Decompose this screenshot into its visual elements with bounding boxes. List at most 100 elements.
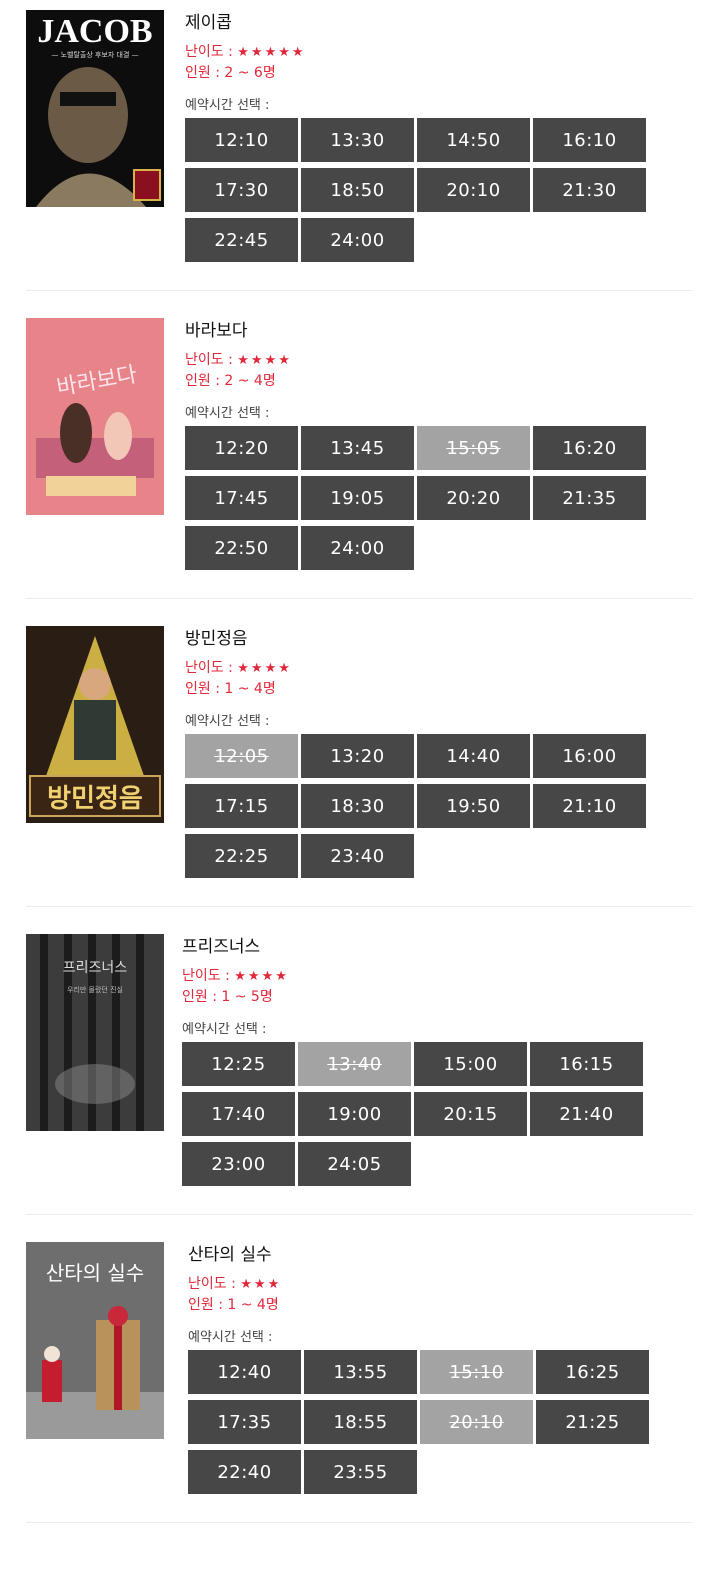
theme-card: 바라보다 바라보다 난이도 : ★★★★ 인원 : 2 ~ 4명 예약시간 선택… (0, 308, 716, 598)
divider (26, 1214, 693, 1215)
time-slot-button-closed: 20:10 (420, 1400, 533, 1444)
time-slot-button[interactable]: 15:00 (414, 1042, 527, 1086)
time-slot-button[interactable]: 16:20 (533, 426, 646, 470)
poster-title-text: JACOB (37, 13, 152, 50)
theme-card: 산타의 실수 산타의 실수 난이도 : ★★★ 인원 : 1 ~ 4명 예약시간… (0, 1232, 716, 1522)
theme-poster[interactable]: 바라보다 (26, 318, 164, 515)
time-slot-button[interactable]: 12:10 (185, 118, 298, 162)
time-slot-button[interactable]: 17:35 (188, 1400, 301, 1444)
time-slot-button[interactable]: 13:45 (301, 426, 414, 470)
theme-poster[interactable]: 방민정음 (26, 626, 164, 823)
poster-image: 산타의 실수 (26, 1242, 164, 1439)
divider (26, 1522, 693, 1523)
time-slot-button[interactable]: 21:25 (536, 1400, 649, 1444)
time-slot-button-closed: 15:10 (420, 1350, 533, 1394)
select-time-label: 예약시간 선택 : (185, 98, 270, 113)
theme-meta: 난이도 : ★★★★ 인원 : 1 ~ 4명 (185, 658, 292, 699)
theme-card: 방민정음 방민정음 난이도 : ★★★★ 인원 : 1 ~ 4명 예약시간 선택… (0, 616, 716, 906)
theme-info: 바라보다 난이도 : ★★★★ 인원 : 2 ~ 4명 예약시간 선택 : (185, 318, 292, 423)
time-slot-button[interactable]: 18:50 (301, 168, 414, 212)
divider (26, 598, 693, 599)
people-count: 인원 : 1 ~ 4명 (185, 681, 276, 697)
time-slot-button[interactable]: 22:40 (188, 1450, 301, 1494)
time-slot-button[interactable]: 17:30 (185, 168, 298, 212)
poster-image: 바라보다 (26, 318, 164, 515)
time-slot-button[interactable]: 21:35 (533, 476, 646, 520)
poster-subtitle-text: — 노벨탈출상 후보자 대결 — (51, 50, 138, 59)
time-slot-button[interactable]: 19:00 (298, 1092, 411, 1136)
time-slot-button-closed: 15:05 (417, 426, 530, 470)
theme-poster[interactable]: 프리즈너스 우리만 몰랐던 진실 (26, 934, 164, 1131)
time-slot-button[interactable]: 20:20 (417, 476, 530, 520)
time-slot-button[interactable]: 16:00 (533, 734, 646, 778)
time-slot-button[interactable]: 12:40 (188, 1350, 301, 1394)
time-slot-button[interactable]: 24:00 (301, 526, 414, 570)
time-slot-button[interactable]: 23:55 (304, 1450, 417, 1494)
poster-image: 프리즈너스 우리만 몰랐던 진실 (26, 934, 164, 1131)
theme-meta: 난이도 : ★★★ 인원 : 1 ~ 4명 (188, 1274, 281, 1315)
difficulty-row: 난이도 : ★★★★★ (185, 42, 306, 63)
time-slot-button[interactable]: 20:15 (414, 1092, 527, 1136)
time-slot-button[interactable]: 13:55 (304, 1350, 417, 1394)
time-slot-button[interactable]: 20:10 (417, 168, 530, 212)
time-slot-button[interactable]: 21:40 (530, 1092, 643, 1136)
difficulty-label: 난이도 : (188, 1276, 236, 1292)
theme-card: 프리즈너스 우리만 몰랐던 진실 프리즈너스 난이도 : ★★★★ 인원 : 1… (0, 924, 716, 1214)
time-slot-button[interactable]: 16:25 (536, 1350, 649, 1394)
time-slot-button[interactable]: 23:00 (182, 1142, 295, 1186)
difficulty-label: 난이도 : (185, 352, 233, 368)
time-slot-button[interactable]: 16:15 (530, 1042, 643, 1086)
time-slot-button[interactable]: 22:50 (185, 526, 298, 570)
time-slot-button[interactable]: 22:45 (185, 218, 298, 262)
difficulty-stars: ★★★ (240, 1277, 282, 1292)
time-slot-button[interactable]: 17:15 (185, 784, 298, 828)
time-slot-button[interactable]: 21:30 (533, 168, 646, 212)
theme-info: 산타의 실수 난이도 : ★★★ 인원 : 1 ~ 4명 예약시간 선택 : (188, 1242, 281, 1347)
difficulty-stars: ★★★★ (237, 661, 292, 676)
time-slot-button[interactable]: 13:20 (301, 734, 414, 778)
difficulty-stars: ★★★★ (234, 969, 289, 984)
time-slot-button[interactable]: 24:05 (298, 1142, 411, 1186)
difficulty-stars: ★★★★ (237, 353, 292, 368)
theme-info: 방민정음 난이도 : ★★★★ 인원 : 1 ~ 4명 예약시간 선택 : (185, 626, 292, 731)
time-slot-button[interactable]: 12:25 (182, 1042, 295, 1086)
time-slot-button[interactable]: 21:10 (533, 784, 646, 828)
divider (26, 290, 693, 291)
theme-meta: 난이도 : ★★★★ 인원 : 1 ~ 5명 (182, 966, 289, 1007)
time-slot-button[interactable]: 18:30 (301, 784, 414, 828)
theme-meta: 난이도 : ★★★★★ 인원 : 2 ~ 6명 (185, 42, 306, 83)
difficulty-label: 난이도 : (185, 44, 233, 60)
time-slot-button[interactable]: 19:50 (417, 784, 530, 828)
theme-info: 제이콥 난이도 : ★★★★★ 인원 : 2 ~ 6명 예약시간 선택 : (185, 10, 306, 115)
difficulty-row: 난이도 : ★★★★ (182, 966, 289, 987)
time-slot-button[interactable]: 19:05 (301, 476, 414, 520)
time-slot-button[interactable]: 17:45 (185, 476, 298, 520)
difficulty-stars: ★★★★★ (237, 45, 306, 60)
theme-meta: 난이도 : ★★★★ 인원 : 2 ~ 4명 (185, 350, 292, 391)
select-time-label: 예약시간 선택 : (182, 1022, 267, 1037)
time-slot-button[interactable]: 24:00 (301, 218, 414, 262)
time-slot-button-closed: 12:05 (185, 734, 298, 778)
difficulty-label: 난이도 : (185, 660, 233, 676)
time-slot-button[interactable]: 23:40 (301, 834, 414, 878)
time-slot-button[interactable]: 17:40 (182, 1092, 295, 1136)
theme-card: JACOB — 노벨탈출상 후보자 대결 — 제이콥 난이도 : ★★★★★ 인… (0, 0, 716, 290)
theme-poster[interactable]: 산타의 실수 (26, 1242, 164, 1439)
time-slot-button[interactable]: 22:25 (185, 834, 298, 878)
time-slot-button[interactable]: 13:30 (301, 118, 414, 162)
select-time-label: 예약시간 선택 : (188, 1330, 273, 1345)
poster-image: JACOB — 노벨탈출상 후보자 대결 — (26, 10, 164, 207)
time-slot-grid: 12:25 13:40 15:00 16:15 17:40 19:00 20:15 21:40… (182, 1042, 646, 1186)
time-slot-grid: 12:20 13:45 15:05 16:20 17:45 19:05 20:20 21:35… (185, 426, 649, 570)
time-slot-button[interactable]: 18:55 (304, 1400, 417, 1444)
time-slot-button[interactable]: 12:20 (185, 426, 298, 470)
poster-subtitle-text: 우리만 몰랐던 진실 (67, 985, 123, 994)
time-slot-button[interactable]: 14:40 (417, 734, 530, 778)
time-slot-button[interactable]: 14:50 (417, 118, 530, 162)
difficulty-row: 난이도 : ★★★★ (185, 350, 292, 371)
theme-title: 바라보다 (185, 321, 248, 341)
people-count: 인원 : 1 ~ 5명 (182, 989, 273, 1005)
theme-poster[interactable]: JACOB — 노벨탈출상 후보자 대결 — (26, 10, 164, 207)
time-slot-button[interactable]: 16:10 (533, 118, 646, 162)
theme-title: 제이콥 (185, 13, 232, 33)
